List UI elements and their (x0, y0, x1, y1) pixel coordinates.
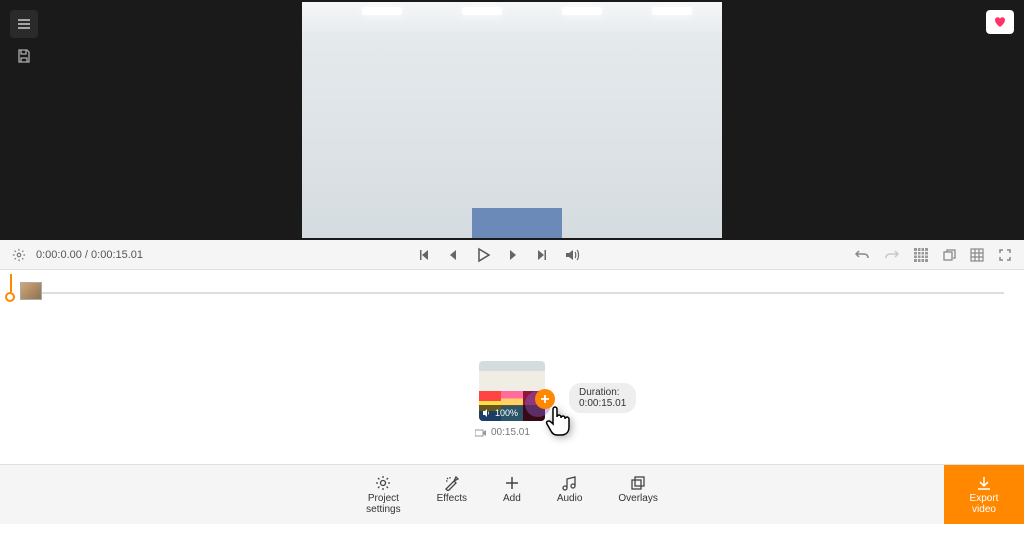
prev-frame-button[interactable] (447, 249, 459, 261)
undo-icon (854, 248, 870, 262)
export-video-button[interactable]: Export video (944, 465, 1024, 524)
save-icon (16, 48, 32, 64)
skip-start-icon (417, 248, 431, 262)
overlays-button[interactable]: Overlays (618, 475, 657, 515)
prev-frame-icon (447, 249, 459, 261)
playback-time-display: 0:00:0.00 / 0:00:15.01 (36, 249, 143, 261)
playback-controls-bar: 0:00:0.00 / 0:00:15.01 (0, 240, 1024, 270)
download-icon (976, 475, 992, 491)
fullscreen-button[interactable] (998, 248, 1012, 262)
plus-icon (540, 394, 550, 404)
project-settings-button[interactable]: Project settings (366, 475, 400, 515)
cursor-pointer-icon (543, 405, 575, 441)
grid-dense-icon (914, 248, 928, 262)
timeline-clip[interactable] (20, 282, 42, 300)
effects-button[interactable]: Effects (437, 475, 467, 515)
save-button[interactable] (10, 42, 38, 70)
audio-button[interactable]: Audio (557, 475, 583, 515)
volume-small-icon (483, 409, 493, 417)
hamburger-icon (16, 16, 32, 32)
grid-button[interactable] (970, 248, 984, 262)
menu-button[interactable] (10, 10, 38, 38)
timeline-track[interactable] (20, 292, 1004, 294)
bottom-toolbar: Project settings Effects Add Audio Overl… (0, 464, 1024, 524)
grid-view-button[interactable] (914, 248, 928, 262)
camera-icon (475, 429, 487, 437)
favorite-button[interactable] (986, 10, 1014, 34)
gear-icon (12, 248, 26, 262)
play-icon (475, 247, 491, 263)
settings-button[interactable] (12, 248, 26, 262)
gear-icon (375, 475, 391, 491)
undo-button[interactable] (854, 248, 870, 262)
grid-icon (970, 248, 984, 262)
redo-button[interactable] (884, 248, 900, 262)
overlays-icon (630, 475, 646, 491)
next-frame-icon (507, 249, 519, 261)
clip-duration-label: 00:15.01 (491, 427, 530, 438)
add-button[interactable]: Add (503, 475, 521, 515)
redo-icon (884, 248, 900, 262)
skip-start-button[interactable] (417, 248, 431, 262)
volume-icon (565, 248, 581, 262)
play-button[interactable] (475, 247, 491, 263)
next-frame-button[interactable] (507, 249, 519, 261)
skip-end-button[interactable] (535, 248, 549, 262)
playhead[interactable] (5, 292, 15, 302)
media-clip[interactable]: 100% 00:15.01 Duration: 0:00:15.01 (479, 361, 545, 421)
clip-volume-label: 100% (495, 408, 518, 418)
media-bin: 100% 00:15.01 Duration: 0:00:15.01 (0, 318, 1024, 464)
skip-end-icon (535, 248, 549, 262)
heart-icon (993, 16, 1007, 28)
copy-button[interactable] (942, 248, 956, 262)
video-preview[interactable] (302, 2, 722, 238)
video-preview-panel (0, 0, 1024, 240)
effects-icon (444, 475, 460, 491)
fullscreen-icon (998, 248, 1012, 262)
volume-button[interactable] (565, 248, 581, 262)
copy-icon (942, 248, 956, 262)
music-note-icon (562, 475, 578, 491)
timeline-panel[interactable] (0, 270, 1024, 318)
plus-icon (504, 475, 520, 491)
duration-tooltip: Duration: 0:00:15.01 (569, 383, 636, 413)
